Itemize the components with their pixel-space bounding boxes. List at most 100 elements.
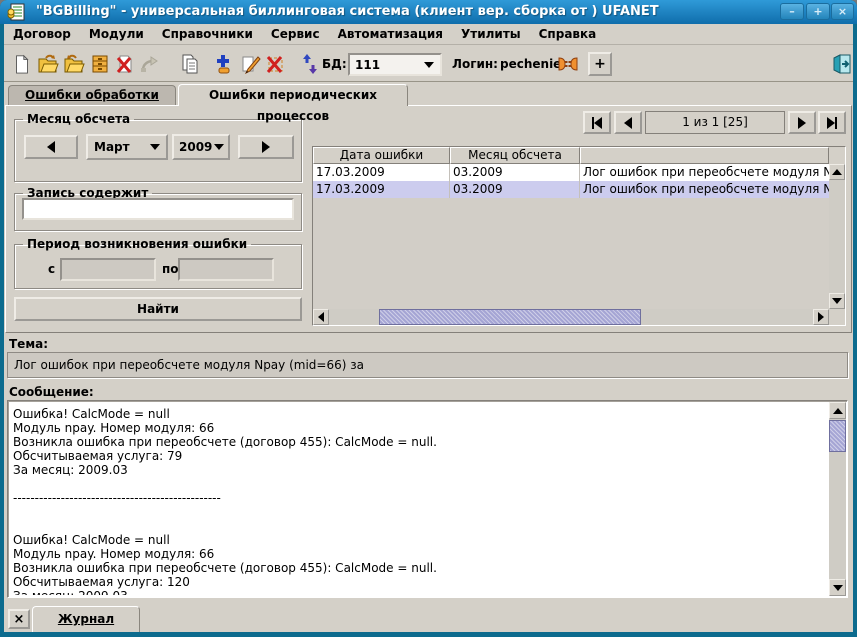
copy-document-icon[interactable]: [178, 52, 202, 76]
import-folder-icon[interactable]: [62, 52, 86, 76]
chevron-down-icon: [424, 62, 434, 68]
close-button[interactable]: ×: [831, 3, 854, 20]
remove-item-icon[interactable]: [263, 52, 287, 76]
scroll-right-button[interactable]: [813, 309, 829, 325]
chevron-down-icon: [214, 144, 224, 150]
maximize-button[interactable]: +: [806, 3, 830, 20]
scroll-corner: [829, 147, 845, 164]
left-arrow-icon: [318, 312, 324, 322]
month-combobox-value: Март: [88, 140, 150, 154]
close-journal-button[interactable]: ×: [8, 609, 30, 629]
menu-moduli[interactable]: Модули: [80, 27, 153, 41]
prev-month-button[interactable]: [24, 135, 78, 159]
message-area[interactable]: Ошибка! CalcMode = null Модуль npay. Ном…: [7, 400, 848, 598]
menu-utility[interactable]: Утилиты: [452, 27, 530, 41]
message-text: Ошибка! CalcMode = null Модуль npay. Ном…: [13, 407, 825, 595]
tab-log-errors[interactable]: Ошибки обработки логов: [8, 85, 176, 105]
application-window: "BGBilling" - универсальная биллинговая …: [0, 0, 857, 637]
period-to-label: по: [162, 262, 179, 276]
edit-item-icon[interactable]: [238, 52, 262, 76]
right-arrow-icon: [798, 117, 806, 129]
first-page-button[interactable]: [583, 111, 611, 134]
column-header-month[interactable]: Месяц обсчета: [450, 147, 580, 164]
scroll-down-button[interactable]: [829, 579, 846, 596]
up-arrow-icon: [833, 408, 843, 414]
right-arrow-icon: [262, 141, 270, 153]
up-arrow-icon: [832, 169, 842, 175]
db-label: БД:: [322, 52, 347, 76]
last-page-icon: [835, 117, 837, 129]
left-arrow-icon: [624, 117, 632, 129]
right-arrow-icon: [827, 117, 835, 129]
cell-date: 17.03.2009: [313, 181, 450, 198]
menu-avtomatizatsiya[interactable]: Автоматизация: [329, 27, 452, 41]
scroll-down-button[interactable]: [829, 293, 845, 309]
cell-message: Лог ошибок при переобсчете модуля Npay (: [580, 181, 829, 198]
period-from-input[interactable]: [60, 258, 156, 281]
cell-month: 03.2009: [450, 164, 580, 181]
month-fieldset-legend: Месяц обсчета: [23, 112, 134, 126]
chevron-down-icon: [150, 144, 160, 150]
column-header-message[interactable]: [580, 147, 829, 164]
horizontal-scrollbar-thumb[interactable]: [379, 309, 641, 325]
db-combobox[interactable]: 111: [348, 53, 442, 76]
last-page-button[interactable]: [818, 111, 846, 134]
tab-periodic-errors[interactable]: Ошибки периодических процессов: [178, 84, 408, 106]
left-arrow-icon: [47, 141, 55, 153]
message-label: Сообщение:: [9, 385, 94, 399]
minimize-button[interactable]: –: [780, 3, 804, 20]
error-table: Дата ошибки Месяц обсчета 17.03.2009 03.…: [312, 146, 846, 326]
add-item-icon[interactable]: [212, 52, 236, 76]
table-row[interactable]: 17.03.2009 03.2009 Лог ошибок при переоб…: [313, 164, 829, 181]
left-arrow-icon: [594, 117, 602, 129]
menu-spravochniki[interactable]: Справочники: [153, 27, 262, 41]
period-fieldset-legend: Период возникновения ошибки: [23, 237, 251, 251]
year-combobox[interactable]: 2009: [172, 134, 230, 160]
prev-page-button[interactable]: [614, 111, 642, 134]
menubar: Договор Модули Справочники Сервис Автома…: [4, 24, 853, 45]
right-arrow-icon: [818, 312, 824, 322]
db-combobox-value: 111: [350, 58, 424, 72]
down-arrow-icon: [832, 298, 842, 304]
year-combobox-value: 2009: [174, 140, 214, 154]
login-value: pechenie: [500, 52, 561, 76]
tab-error-journal[interactable]: Журнал ошибок: [32, 606, 140, 632]
menu-dogovor[interactable]: Договор: [4, 27, 80, 41]
redo-arrow-icon[interactable]: [137, 52, 161, 76]
month-combobox[interactable]: Март: [86, 134, 168, 160]
table-vertical-scrollbar[interactable]: [829, 164, 845, 309]
scroll-up-button[interactable]: [829, 402, 846, 419]
menu-servis[interactable]: Сервис: [262, 27, 329, 41]
cabinet-icon[interactable]: [88, 52, 112, 76]
cell-date: 17.03.2009: [313, 164, 450, 181]
cell-message: Лог ошибок при переобсчете модуля Npay (: [580, 164, 829, 181]
contains-input[interactable]: [22, 198, 294, 220]
period-from-label: с: [48, 262, 55, 276]
scroll-left-button[interactable]: [313, 309, 329, 325]
next-page-button[interactable]: [788, 111, 816, 134]
subject-field[interactable]: Лог ошибок при переобсчете модуля Npay (…: [7, 352, 848, 378]
connection-plug-icon[interactable]: [556, 52, 580, 76]
column-header-date[interactable]: Дата ошибки: [313, 147, 450, 164]
find-button[interactable]: Найти: [14, 297, 302, 321]
delete-document-icon[interactable]: [113, 52, 137, 76]
subject-label: Тема:: [9, 337, 48, 351]
menu-spravka[interactable]: Справка: [530, 27, 606, 41]
down-arrow-icon: [833, 585, 843, 591]
window-title: "BGBilling" - универсальная биллинговая …: [36, 0, 659, 24]
scroll-up-button[interactable]: [829, 164, 845, 180]
open-folder-icon[interactable]: [36, 52, 60, 76]
period-to-input[interactable]: [178, 258, 274, 281]
new-document-icon[interactable]: [10, 52, 34, 76]
titlebar[interactable]: "BGBilling" - универсальная биллинговая …: [0, 0, 857, 24]
app-icon: [7, 3, 25, 24]
add-tab-button[interactable]: +: [588, 52, 612, 76]
refresh-icon[interactable]: [298, 52, 322, 76]
cell-month: 03.2009: [450, 181, 580, 198]
table-row-selected[interactable]: 17.03.2009 03.2009 Лог ошибок при переоб…: [313, 181, 829, 198]
vertical-scrollbar-thumb[interactable]: [829, 420, 846, 452]
page-indicator: 1 из 1 [25]: [645, 111, 785, 134]
scroll-corner: [829, 309, 845, 325]
exit-icon[interactable]: [830, 52, 854, 76]
next-month-button[interactable]: [238, 135, 294, 159]
